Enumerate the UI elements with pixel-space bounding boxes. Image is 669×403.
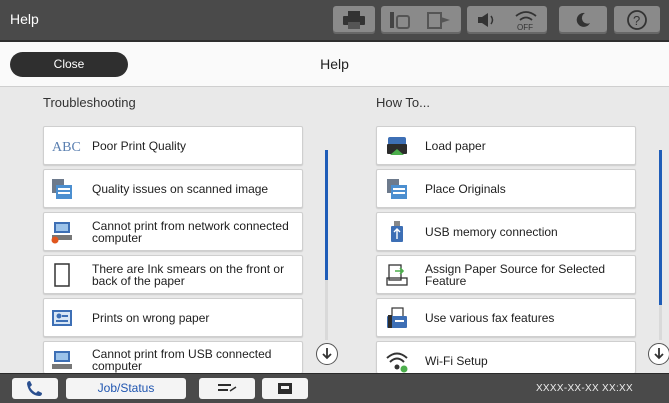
moon-icon — [576, 12, 590, 27]
help-button[interactable]: ? — [614, 6, 660, 34]
printer-status-button[interactable] — [333, 6, 375, 34]
howto-item-fax-features[interactable]: Use various fax features — [376, 298, 636, 337]
network-computer-error-icon — [51, 222, 72, 244]
fax-icon — [387, 307, 407, 328]
ink-supply-button[interactable] — [381, 6, 461, 34]
paper-feed-icon — [427, 12, 450, 29]
speaker-icon — [478, 13, 494, 27]
troubleshooting-scroll-thumb[interactable] — [325, 150, 328, 280]
troubleshooting-item-poor-print-quality[interactable]: ABC Poor Print Quality — [43, 126, 303, 165]
phone-icon — [27, 381, 42, 396]
howto-item-paper-source[interactable]: Assign Paper Source for Selected Feature — [376, 255, 636, 294]
job-list-icon — [218, 384, 237, 392]
fax-phone-button[interactable] — [12, 378, 58, 399]
troubleshooting-item-label: Quality issues on scanned image — [92, 181, 269, 196]
tray-icon — [278, 383, 292, 394]
troubleshooting-item-label: Poor Print Quality — [92, 138, 187, 153]
howto-heading: How To... — [376, 95, 430, 110]
usb-computer-error-icon — [52, 351, 72, 369]
wifi-setup-icon — [386, 352, 408, 373]
troubleshooting-item-label: There are Ink smears on the front or bac… — [92, 261, 285, 288]
howto-item-label: Wi-Fi Setup — [425, 353, 488, 368]
page-title: Help — [320, 56, 349, 72]
bottom-bar: Job/Status XXXX-XX-XX XX:XX — [0, 373, 669, 403]
howto-item-label: USB memory connection — [425, 224, 558, 239]
stop-job-button[interactable] — [262, 378, 308, 399]
troubleshooting-item-scanned-image[interactable]: Quality issues on scanned image — [43, 169, 303, 208]
usb-memory-icon — [391, 221, 403, 242]
date-time: XXXX-XX-XX XX:XX — [535, 383, 633, 394]
svg-text:ABC: ABC — [52, 140, 81, 155]
help-question-icon: ? — [627, 10, 647, 30]
sleep-button[interactable] — [559, 6, 607, 34]
troubleshooting-item-label: Cannot print from network connected comp… — [92, 218, 289, 245]
place-originals-icon — [387, 179, 407, 199]
howto-item-load-paper[interactable]: Load paper — [376, 126, 636, 165]
howto-scroll-down-button[interactable] — [648, 343, 669, 365]
howto-item-label: Place Originals — [425, 181, 506, 196]
job-status-button[interactable]: Job/Status — [66, 378, 186, 399]
howto-item-label: Assign Paper Source for Selected Feature — [425, 261, 606, 288]
troubleshooting-item-wrong-paper[interactable]: Prints on wrong paper — [43, 298, 303, 337]
troubleshooting-item-ink-smears[interactable]: There are Ink smears on the front or bac… — [43, 255, 303, 294]
howto-item-label: Use various fax features — [425, 310, 555, 325]
top-status-bar: Help OFF ? — [0, 0, 669, 42]
paper-sheet-icon — [54, 263, 70, 287]
troubleshooting-item-usb-computer[interactable]: Cannot print from USB connected computer — [43, 341, 303, 373]
wrong-paper-icon — [52, 310, 72, 326]
howto-item-label: Load paper — [425, 138, 486, 153]
screen-header: Close Help — [0, 42, 669, 87]
howto-item-usb-memory[interactable]: USB memory connection — [376, 212, 636, 251]
troubleshooting-item-network-computer[interactable]: Cannot print from network connected comp… — [43, 212, 303, 251]
scanned-image-icon — [52, 179, 72, 199]
howto-item-place-originals[interactable]: Place Originals — [376, 169, 636, 208]
howto-scroll-thumb[interactable] — [659, 150, 662, 305]
troubleshooting-item-label: Cannot print from USB connected computer — [92, 347, 272, 373]
load-paper-icon — [387, 137, 407, 155]
svg-text:?: ? — [633, 13, 640, 28]
app-title: Help — [10, 11, 39, 27]
wifi-off-icon: OFF — [515, 11, 537, 31]
troubleshooting-heading: Troubleshooting — [43, 95, 136, 110]
troubleshooting-scroll-down-button[interactable] — [316, 343, 338, 365]
sound-quiet-button[interactable]: OFF — [467, 6, 547, 34]
printer-icon — [343, 11, 365, 29]
ink-level-icon — [390, 12, 410, 29]
troubleshooting-item-label: Prints on wrong paper — [92, 310, 210, 325]
howto-item-wifi-setup[interactable]: Wi-Fi Setup — [376, 341, 636, 373]
paper-source-icon — [386, 264, 408, 286]
arrow-down-icon — [322, 348, 332, 360]
abc-text-icon: ABC — [52, 140, 81, 155]
job-list-button[interactable] — [199, 378, 255, 399]
svg-text:OFF: OFF — [517, 23, 533, 31]
arrow-down-icon — [654, 348, 664, 360]
